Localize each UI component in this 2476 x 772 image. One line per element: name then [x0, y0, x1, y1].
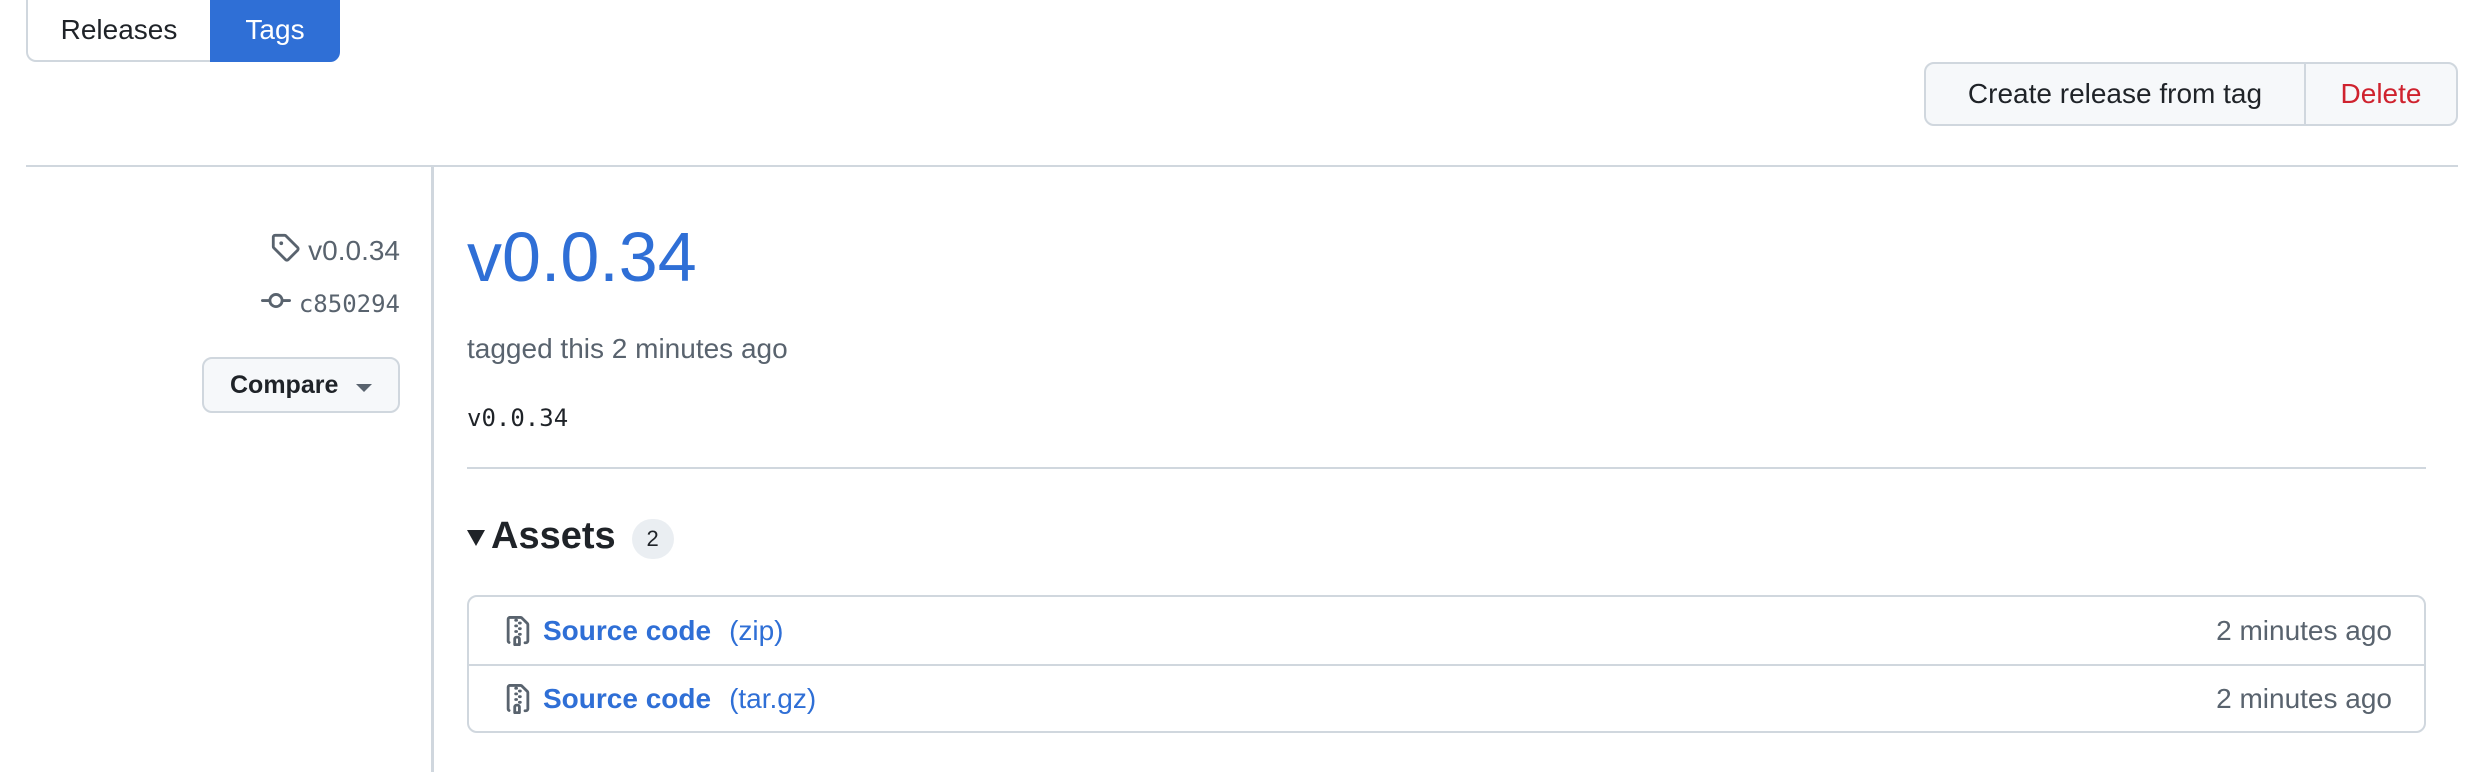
tab-tags-label: Tags — [245, 14, 305, 45]
tab-tags[interactable]: Tags — [210, 0, 340, 62]
tagged-timestamp: tagged this 2 minutes ago — [467, 333, 788, 364]
release-title[interactable]: v0.0.34 — [467, 222, 697, 292]
asset-name: Source code — [543, 614, 712, 646]
compare-label: Compare — [230, 370, 339, 399]
asset-time: 2 minutes ago — [2216, 614, 2392, 646]
tab-releases-label: Releases — [60, 14, 178, 45]
assets-toggle[interactable]: Assets 2 — [467, 508, 674, 564]
create-release-button[interactable]: Create release from tag — [1926, 64, 2304, 124]
releases-tags-tabs: Releases Tags — [26, 0, 340, 62]
assets-list: Source code (zip) 2 minutes ago Source c… — [467, 595, 2426, 733]
delete-label: Delete — [2340, 78, 2422, 109]
tag-actions: Create release from tag Delete — [1924, 62, 2458, 126]
asset-time: 2 minutes ago — [2216, 682, 2392, 714]
release-body: v0.0.34 — [467, 404, 569, 432]
body-divider — [467, 467, 2426, 469]
file-zip-icon — [503, 683, 533, 714]
tag-icon — [270, 232, 300, 269]
tag-name: v0.0.34 — [308, 234, 400, 266]
assets-title: Assets — [491, 514, 616, 557]
caret-down-icon — [356, 384, 372, 392]
commit-icon — [260, 286, 291, 322]
asset-name: Source code — [543, 682, 712, 714]
commit-link[interactable]: c850294 — [260, 286, 400, 322]
tag-link[interactable]: v0.0.34 — [270, 232, 400, 269]
tab-releases[interactable]: Releases — [26, 0, 210, 62]
header-divider — [26, 165, 2458, 167]
asset-row-targz[interactable]: Source code (tar.gz) 2 minutes ago — [469, 664, 2424, 731]
compare-button[interactable]: Compare — [202, 357, 400, 413]
commit-sha: c850294 — [298, 290, 400, 318]
asset-row-zip[interactable]: Source code (zip) 2 minutes ago — [469, 597, 2424, 664]
assets-count-badge: 2 — [631, 519, 674, 559]
triangle-down-icon — [467, 530, 485, 546]
asset-ext: (tar.gz) — [729, 682, 817, 714]
delete-button[interactable]: Delete — [2304, 64, 2456, 124]
file-zip-icon — [503, 615, 533, 646]
column-divider — [431, 167, 434, 772]
asset-ext: (zip) — [729, 614, 784, 646]
create-release-label: Create release from tag — [1967, 78, 2263, 109]
